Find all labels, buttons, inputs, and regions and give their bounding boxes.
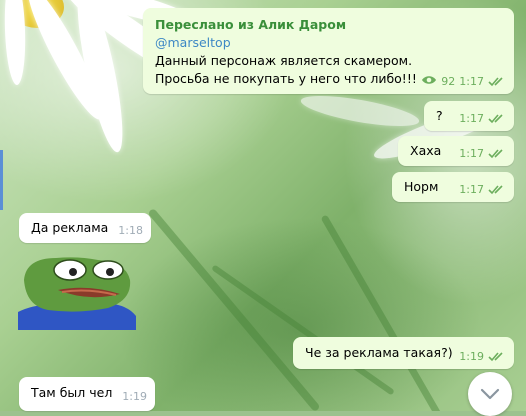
message-meta: 1:17 <box>459 183 506 196</box>
message-bubble[interactable]: Хаха 1:17 <box>398 136 514 166</box>
message-time: 1:18 <box>118 224 143 237</box>
message-time: 1:19 <box>459 350 484 363</box>
message-bubble[interactable]: Че за реклама такая?) 1:19 <box>293 337 514 369</box>
forwarded-message[interactable]: Переслано из Алик Даром @marseltop Данны… <box>143 8 514 94</box>
grass-stem <box>320 214 447 411</box>
message-meta: 1:17 <box>459 112 506 125</box>
double-check-icon <box>488 148 506 159</box>
double-check-icon <box>488 351 506 362</box>
message-time: 1:17 <box>459 183 484 196</box>
message-text: Да реклама <box>31 220 109 235</box>
petal <box>299 89 421 133</box>
message-meta: 92 1:17 <box>421 75 506 88</box>
message-meta: 1:19 <box>122 390 147 403</box>
message-text-line: Данный персонаж является скамером. <box>155 53 413 68</box>
message-bubble[interactable]: ? 1:17 <box>424 101 514 131</box>
message-text: ? <box>436 108 443 123</box>
message-meta: 1:17 <box>459 147 506 160</box>
message-time: 1:17 <box>459 112 484 125</box>
forwarded-from-label[interactable]: Переслано из Алик Даром <box>155 16 502 34</box>
message-text: Хаха <box>410 143 442 158</box>
forwarded-username[interactable]: @marseltop <box>155 34 502 52</box>
message-time: 1:17 <box>459 75 484 88</box>
message-bubble[interactable]: Норм 1:17 <box>392 172 514 202</box>
double-check-icon <box>488 76 506 87</box>
chevron-down-icon <box>480 385 500 404</box>
scroll-to-bottom-button[interactable] <box>468 372 512 416</box>
message-text: Норм <box>404 179 439 194</box>
double-check-icon <box>488 113 506 124</box>
pepe-frog-sticker[interactable] <box>18 250 136 330</box>
message-bubble-incoming[interactable]: Да реклама 1:18 <box>19 213 151 243</box>
double-check-icon <box>488 184 506 195</box>
message-text: Че за реклама такая?) <box>305 345 453 360</box>
message-meta: 1:19 <box>459 350 506 363</box>
selection-accent <box>0 150 3 210</box>
grass-stem <box>147 207 321 411</box>
message-time: 1:17 <box>459 147 484 160</box>
petal <box>3 0 27 86</box>
message-time: 1:19 <box>122 390 147 403</box>
eye-icon <box>421 75 437 88</box>
views-count: 92 <box>441 75 456 88</box>
message-text: Там был чел <box>31 385 113 400</box>
message-bubble-incoming[interactable]: Там был чел 1:19 <box>19 377 155 411</box>
message-meta: 1:18 <box>118 224 143 237</box>
